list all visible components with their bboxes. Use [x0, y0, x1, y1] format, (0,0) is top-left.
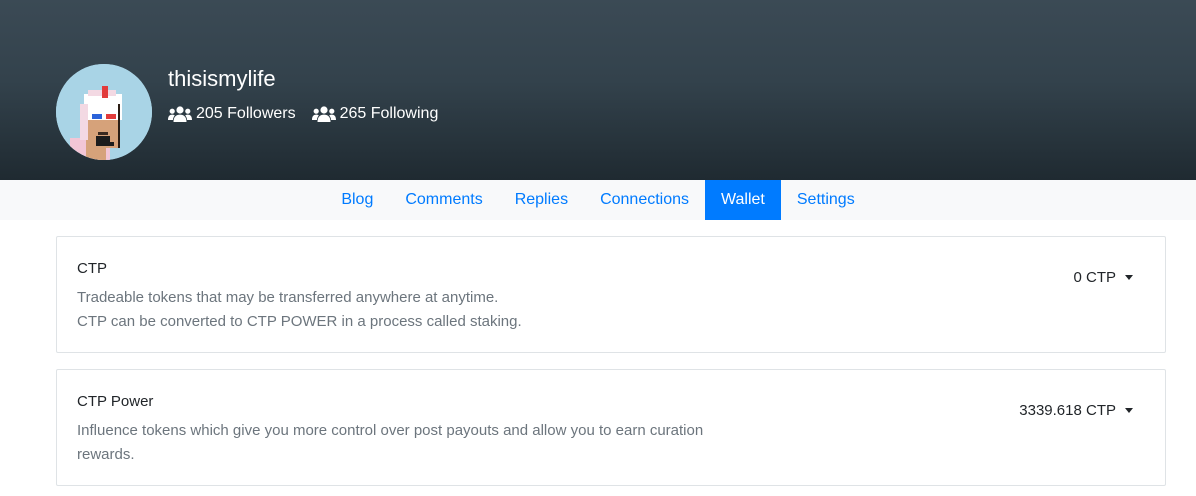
tab-comments[interactable]: Comments	[389, 180, 498, 220]
ctp-power-description-line2: rewards.	[77, 446, 135, 463]
following-stat[interactable]: 265 Following	[311, 105, 439, 123]
profile-tabs: Blog Comments Replies Connections Wallet…	[0, 180, 1196, 220]
tab-replies[interactable]: Replies	[499, 180, 584, 220]
avatar[interactable]	[56, 64, 152, 160]
ctp-amount-dropdown[interactable]: 0 CTP	[1073, 269, 1133, 286]
profile-username: thisismylife	[168, 66, 276, 91]
ctp-power-description-line1: Influence tokens which give you more con…	[77, 422, 704, 439]
pixel-avatar-image	[56, 64, 152, 160]
tab-blog[interactable]: Blog	[325, 180, 389, 220]
tab-wallet[interactable]: Wallet	[705, 180, 781, 220]
tab-connections[interactable]: Connections	[584, 180, 705, 220]
ctp-balance-card: CTP Tradeable tokens that may be transfe…	[56, 236, 1166, 353]
ctp-power-amount-dropdown[interactable]: 3339.618 CTP	[1019, 402, 1133, 419]
ctp-power-balance-card: CTP Power Influence tokens which give yo…	[56, 369, 1166, 486]
caret-down-icon	[1125, 275, 1133, 280]
profile-stats: 205 Followers 265 Following	[168, 103, 454, 125]
users-icon	[311, 106, 336, 122]
following-count: 265 Following	[339, 105, 439, 122]
caret-down-icon	[1125, 408, 1133, 413]
ctp-power-title: CTP Power	[77, 393, 154, 410]
ctp-description-line1: Tradeable tokens that may be transferred…	[77, 289, 499, 306]
ctp-amount: 0 CTP	[1073, 269, 1116, 286]
followers-count: 205 Followers	[196, 105, 296, 122]
users-icon	[168, 106, 192, 122]
ctp-power-amount: 3339.618 CTP	[1019, 402, 1116, 419]
tab-settings[interactable]: Settings	[781, 180, 871, 220]
ctp-description-line2: CTP can be converted to CTP POWER in a p…	[77, 313, 522, 330]
profile-header: thisismylife 205 Followers 265 Following	[0, 0, 1196, 180]
ctp-title: CTP	[77, 260, 107, 277]
followers-stat[interactable]: 205 Followers	[168, 105, 296, 123]
